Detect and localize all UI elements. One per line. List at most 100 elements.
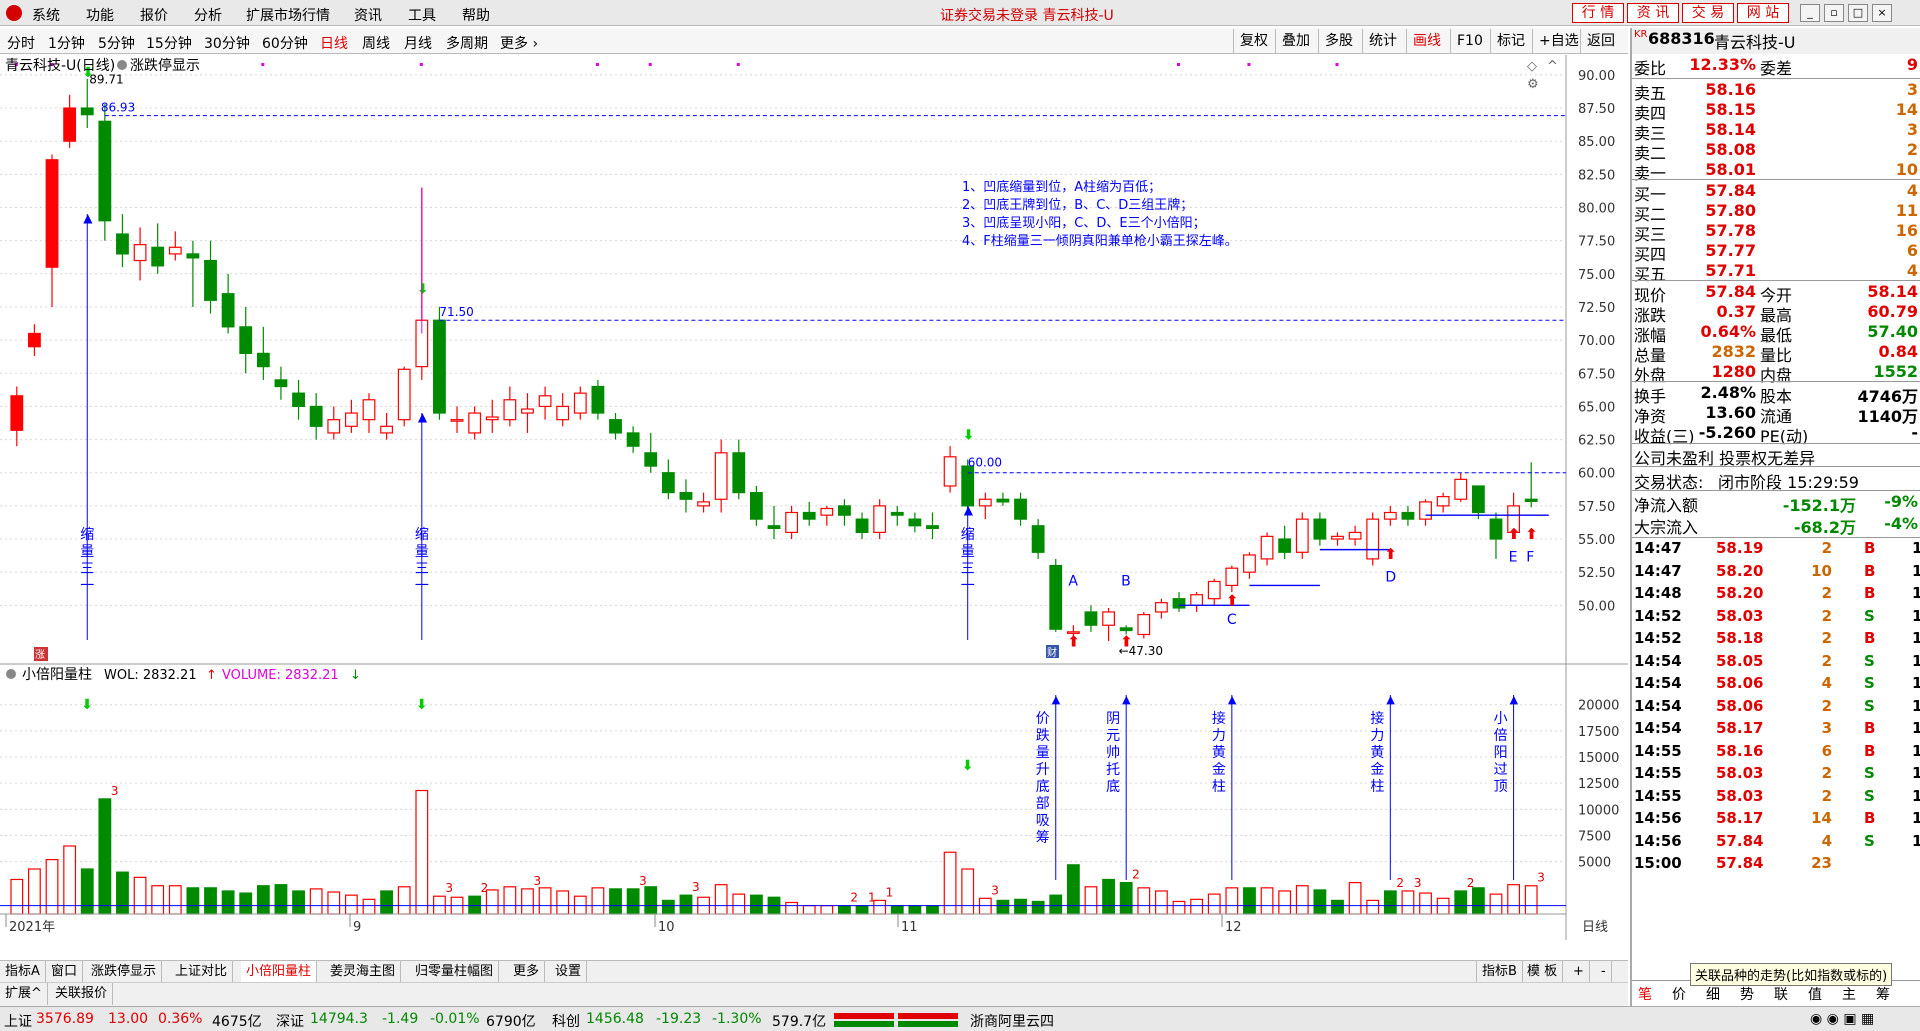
quote-tab[interactable]: 势 — [1740, 984, 1754, 1004]
tab-indicator-b[interactable]: 指标B — [1476, 961, 1523, 983]
volume-bar[interactable] — [1014, 898, 1027, 915]
volume-bar[interactable] — [838, 905, 851, 915]
volume-bar[interactable] — [98, 798, 112, 915]
period-monthly[interactable]: 月线 — [404, 33, 432, 53]
chevron-up-icon[interactable]: ^ — [1547, 59, 1558, 74]
volume-bar[interactable] — [855, 905, 869, 915]
volume-bar[interactable] — [679, 894, 693, 915]
quote-tab[interactable]: 笔 — [1638, 984, 1652, 1004]
volume-bar[interactable] — [380, 890, 394, 915]
quote-button[interactable]: 行 情 — [1572, 3, 1624, 23]
tick-row[interactable]: 14:54 58.06 4 S 1 — [1632, 673, 1920, 695]
volume-bar[interactable] — [644, 886, 658, 915]
volume-bar[interactable] — [415, 789, 429, 915]
volume-bar[interactable] — [239, 892, 253, 915]
volume-bar[interactable] — [802, 905, 816, 915]
zoom-in-button[interactable]: + — [1568, 961, 1590, 983]
volume-bar[interactable] — [573, 895, 587, 915]
tick-row[interactable]: 14:56 57.84 4 S 1 — [1632, 831, 1920, 853]
volume-bar[interactable] — [1366, 899, 1380, 915]
volume-bar[interactable] — [327, 891, 341, 915]
volume-bar[interactable] — [186, 887, 200, 915]
volume-bar[interactable] — [28, 868, 41, 915]
volume-bar[interactable] — [397, 886, 411, 915]
period-daily[interactable]: 日线 — [320, 33, 348, 53]
volume-bar[interactable] — [116, 871, 129, 915]
volume-bar[interactable] — [468, 895, 482, 915]
tick-row[interactable]: 14:47 58.19 2 B 1 — [1632, 538, 1920, 560]
menu-help[interactable]: 帮助 — [462, 5, 490, 25]
volume-bar[interactable] — [1313, 889, 1327, 915]
volume-bar[interactable] — [1471, 887, 1485, 915]
volume-bar[interactable] — [362, 898, 376, 915]
volume-bar[interactable] — [1436, 897, 1450, 915]
quote-tab[interactable]: 筹 — [1876, 984, 1890, 1004]
tab-window[interactable]: 窗口 — [46, 961, 84, 983]
candle[interactable] — [1295, 512, 1309, 559]
quote-tab[interactable]: 价 — [1672, 984, 1686, 1004]
candle[interactable] — [433, 306, 446, 420]
volume-bar[interactable] — [926, 905, 939, 915]
volume-bar[interactable] — [943, 851, 957, 915]
tick-row[interactable]: 14:55 58.16 6 B 1 — [1632, 741, 1920, 763]
volume-bar[interactable] — [309, 888, 323, 915]
zoom-out-button[interactable]: - — [1596, 961, 1612, 983]
restore-icon[interactable]: ▫ — [1824, 4, 1844, 22]
menu-system[interactable]: 系统 — [32, 5, 60, 25]
tool-draw[interactable]: 画线 — [1406, 29, 1447, 53]
period-15min[interactable]: 15分钟 — [146, 33, 192, 53]
tick-row[interactable]: 14:55 58.03 2 S 1 — [1632, 763, 1920, 785]
volume-bar[interactable] — [80, 868, 94, 915]
status-icons[interactable]: ◉ ◉ ▣ ▦ — [1810, 1011, 1874, 1027]
volume-bar[interactable] — [1119, 882, 1133, 915]
volume-bar[interactable] — [732, 893, 746, 915]
volume-bar[interactable] — [204, 887, 217, 915]
website-button[interactable]: 网 站 — [1737, 3, 1789, 23]
tick-row[interactable]: 14:48 58.20 2 B 1 — [1632, 583, 1920, 605]
volume-bar[interactable] — [1137, 887, 1151, 915]
diamond-icon[interactable]: ◇ — [1527, 59, 1537, 74]
period-multi[interactable]: 多周期 — [446, 33, 488, 53]
tab-indicator-a[interactable]: 指标A — [0, 961, 46, 983]
tool-multistock[interactable]: 多股 — [1318, 29, 1359, 53]
flow-row[interactable]: 净流入额 -152.1万 -9% — [1632, 491, 1920, 515]
tick-row[interactable]: 14:54 58.17 3 B 1 — [1632, 718, 1920, 740]
volume-bar[interactable] — [591, 887, 605, 915]
flow-row[interactable]: 大宗流入 -68.2万 -4% — [1632, 513, 1920, 537]
volume-bar[interactable] — [256, 885, 270, 915]
tab-zero-volume[interactable]: 归零量柱幅图 — [410, 961, 500, 983]
minimize-icon[interactable]: _ — [1800, 4, 1820, 22]
tab-more[interactable]: 更多 — [508, 961, 546, 983]
volume-bar[interactable] — [626, 888, 640, 915]
volume-bar[interactable] — [344, 894, 358, 915]
tab-template[interactable]: 模 板 — [1522, 961, 1564, 983]
tick-row[interactable]: 15:00 57.84 23 — [1632, 853, 1920, 875]
volume-bar[interactable] — [274, 884, 288, 915]
volume-bar[interactable] — [1331, 899, 1344, 915]
tick-row[interactable]: 14:52 58.18 2 B 1 — [1632, 628, 1920, 650]
volume-bar[interactable] — [820, 905, 834, 915]
volume-bar[interactable] — [1084, 886, 1098, 915]
maximize-icon[interactable]: □ — [1848, 4, 1868, 22]
volume-bar[interactable] — [538, 887, 552, 915]
volume-bar[interactable] — [1260, 887, 1274, 915]
tab-small-bull-volume[interactable]: 小倍阳量柱 — [241, 961, 318, 983]
volume-bar[interactable] — [1278, 890, 1292, 915]
candle[interactable] — [98, 104, 112, 241]
volume-bar[interactable] — [63, 845, 77, 915]
tick-row[interactable]: 14:55 58.03 2 S 1 — [1632, 786, 1920, 808]
volume-bar[interactable] — [714, 884, 728, 915]
candle[interactable] — [1049, 558, 1063, 632]
period-more[interactable]: 更多 › — [500, 33, 538, 53]
volume-bar[interactable] — [1454, 890, 1468, 915]
tool-back[interactable]: 返回 — [1580, 29, 1621, 53]
volume-bar[interactable] — [133, 876, 147, 915]
volume-bar[interactable] — [1524, 885, 1538, 915]
price-chart[interactable]: 90.00 87.50 85.00 82.50 80.00 77.50 75.00 72.50… — [0, 55, 1628, 665]
tab-sh-compare[interactable]: 上证对比 — [170, 961, 234, 983]
tool-adjust[interactable]: 复权 — [1233, 29, 1274, 53]
tick-row[interactable]: 14:54 58.06 2 S 1 — [1632, 696, 1920, 718]
volume-bar[interactable] — [908, 905, 922, 915]
period-60min[interactable]: 60分钟 — [262, 33, 308, 53]
quote-tab[interactable]: 联 — [1774, 984, 1788, 1004]
